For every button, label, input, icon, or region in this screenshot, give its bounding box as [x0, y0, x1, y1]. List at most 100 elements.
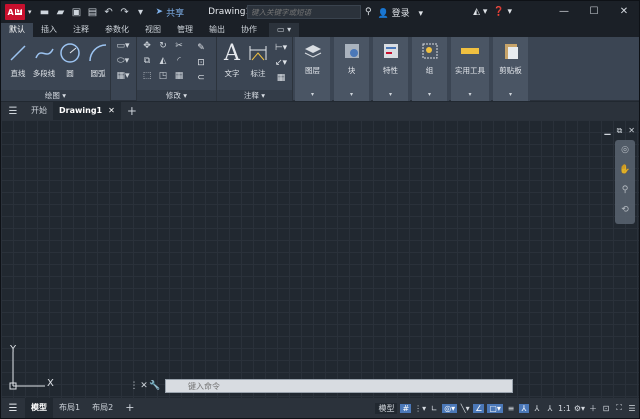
circle-tool[interactable]: 圆 — [57, 40, 83, 79]
cmd-close-icon[interactable]: ✕ — [139, 381, 149, 391]
lineweight-icon[interactable]: ≡ — [506, 404, 516, 413]
gear-icon[interactable]: ⚙▾ — [574, 404, 585, 413]
copy-icon[interactable]: ⧉ — [139, 56, 155, 71]
tab-layout2[interactable]: 布局2 — [86, 398, 119, 418]
array-icon[interactable]: ▦ — [171, 71, 187, 86]
tab-start[interactable]: 开始 — [25, 102, 53, 120]
dimension-tool[interactable]: 标注 — [245, 40, 271, 79]
offset-icon[interactable]: ⊂ — [189, 71, 213, 86]
layout-menu-icon[interactable]: ☰ — [1, 403, 25, 414]
add-layout-button[interactable]: + — [119, 398, 140, 418]
stretch-icon[interactable]: ⬚ — [139, 71, 155, 86]
maximize-button[interactable]: ☐ — [579, 1, 609, 23]
ortho-icon[interactable]: ∟ — [429, 404, 439, 413]
fillet-icon[interactable]: ◜ — [171, 56, 187, 71]
tab-output[interactable]: 输出 — [201, 23, 233, 37]
ellipse-icon[interactable]: ⬭▾ — [113, 56, 133, 71]
customize-icon[interactable]: ☰ — [627, 404, 637, 413]
annotation-scale-icon[interactable]: ⅄ — [545, 404, 555, 413]
tab-view[interactable]: 视图 — [137, 23, 169, 37]
tab-manage[interactable]: 管理 — [169, 23, 201, 37]
tab-parametric[interactable]: 参数化 — [97, 23, 137, 37]
modify-panel-label[interactable]: 修改 ▾ — [137, 90, 216, 101]
tab-annotate[interactable]: 注释 — [65, 23, 97, 37]
group-panel-button[interactable]: 组 ▾ — [412, 37, 449, 101]
vp-restore-icon[interactable]: ⧉ — [617, 126, 623, 136]
erase-icon[interactable]: ✎ — [189, 41, 213, 56]
grid-icon[interactable]: # — [400, 403, 412, 413]
layers-panel-button[interactable]: 图层 ▾ — [295, 37, 332, 101]
rotate-icon[interactable]: ↻ — [155, 41, 171, 56]
command-input[interactable] — [165, 379, 513, 393]
tab-collaborate[interactable]: 协作 — [233, 23, 265, 37]
text-tool[interactable]: A 文字 — [219, 40, 245, 79]
mirror-icon[interactable]: ◭ — [155, 56, 171, 71]
tab-layout1[interactable]: 布局1 — [53, 398, 86, 418]
new-tab-button[interactable]: + — [121, 102, 143, 120]
draw-panel-label[interactable]: 绘图 ▾ — [1, 90, 110, 101]
app-menu-chevron-icon[interactable]: ▾ — [28, 8, 32, 16]
mleader-icon[interactable]: ↙▾ — [271, 56, 291, 71]
move-icon[interactable]: ✥ — [139, 41, 155, 56]
polar-icon[interactable]: ◎▾ — [442, 403, 458, 413]
search-input[interactable] — [247, 5, 361, 19]
ribbon-toggle-icon[interactable]: ▭ ▾ — [269, 23, 300, 37]
leader-icon[interactable]: ⊢▾ — [271, 41, 291, 56]
plus-icon[interactable]: ＋ — [588, 403, 598, 414]
share-button[interactable]: ➤ 共享 — [156, 6, 185, 19]
explode-icon[interactable]: ⊡ — [189, 56, 213, 71]
new-icon[interactable]: ▬ — [38, 7, 52, 18]
trim-icon[interactable]: ✂ — [171, 41, 187, 56]
table-icon[interactable]: ▦ — [271, 71, 291, 86]
cmd-grip-icon[interactable]: ⋮ — [129, 381, 139, 391]
utilities-panel-button[interactable]: 实用工具 ▾ — [451, 37, 491, 101]
auto-scale-icon[interactable]: ⅄ — [532, 404, 542, 413]
pan-icon[interactable]: ✋ — [615, 160, 635, 180]
clipboard-panel-button[interactable]: 剪贴板 ▾ — [493, 37, 530, 101]
saveas-icon[interactable]: ▤ — [86, 7, 100, 18]
osnap-icon[interactable]: ▢▾ — [487, 403, 503, 413]
properties-panel-button[interactable]: 特性 ▾ — [373, 37, 410, 101]
drawing-canvas[interactable] — [1, 120, 639, 398]
block-panel-button[interactable]: 块 ▾ — [334, 37, 371, 101]
search-icon[interactable]: ⚲ — [365, 7, 372, 17]
cmd-customize-icon[interactable]: 🔧 — [149, 381, 160, 391]
exchange-icon[interactable]: ◭ ▾ — [473, 7, 487, 17]
login-button[interactable]: 👤 登录 ▾ — [378, 6, 423, 19]
app-logo[interactable]: A LT — [5, 4, 25, 20]
tab-home[interactable]: 默认 — [1, 23, 33, 37]
tab-model[interactable]: 模型 — [25, 398, 53, 418]
vp-minimize-icon[interactable]: ▁ — [604, 126, 610, 136]
close-button[interactable]: ✕ — [609, 1, 639, 23]
redo-icon[interactable]: ↷ — [118, 7, 132, 18]
scale-value[interactable]: 1:1 — [558, 404, 571, 413]
save-icon[interactable]: ▣ — [70, 7, 84, 18]
isodraft-icon[interactable]: ╲▾ — [460, 404, 470, 413]
qa-more-icon[interactable]: ▾ — [134, 7, 148, 18]
model-space-button[interactable]: 模型 — [375, 402, 398, 414]
isolate-icon[interactable]: ⊡ — [601, 404, 611, 413]
zoom-icon[interactable]: ⚲ — [615, 180, 635, 200]
help-icon[interactable]: ❓ ▾ — [493, 7, 512, 17]
file-menu-icon[interactable]: ☰ — [1, 106, 25, 117]
tab-drawing1[interactable]: Drawing1 ✕ — [53, 102, 121, 120]
close-tab-icon[interactable]: ✕ — [108, 102, 115, 120]
orbit-icon[interactable]: ⟲ — [615, 200, 635, 220]
steering-wheel-icon[interactable]: ◎ — [615, 140, 635, 160]
line-tool[interactable]: 直线 — [5, 40, 31, 79]
vp-close-icon[interactable]: ✕ — [628, 126, 635, 136]
undo-icon[interactable]: ↶ — [102, 7, 116, 18]
open-icon[interactable]: ▰ — [54, 7, 68, 18]
arc-tool[interactable]: 圆弧 — [85, 40, 111, 79]
snap-icon[interactable]: ⋮▾ — [414, 404, 426, 413]
fullscreen-icon[interactable]: ⛶ — [614, 403, 624, 413]
osnap-track-icon[interactable]: ∠ — [473, 403, 485, 413]
polyline-tool[interactable]: 多段线 — [31, 40, 57, 79]
tab-insert[interactable]: 插入 — [33, 23, 65, 37]
rectangle-icon[interactable]: ▭▾ — [113, 41, 133, 56]
hatch-icon[interactable]: ▦▾ — [113, 71, 133, 86]
scale-icon[interactable]: ◳ — [155, 71, 171, 86]
annotation-visibility-icon[interactable]: ⅄ — [518, 403, 529, 413]
annotation-panel-label[interactable]: 注释 ▾ — [217, 90, 292, 101]
minimize-button[interactable]: — — [549, 1, 579, 23]
